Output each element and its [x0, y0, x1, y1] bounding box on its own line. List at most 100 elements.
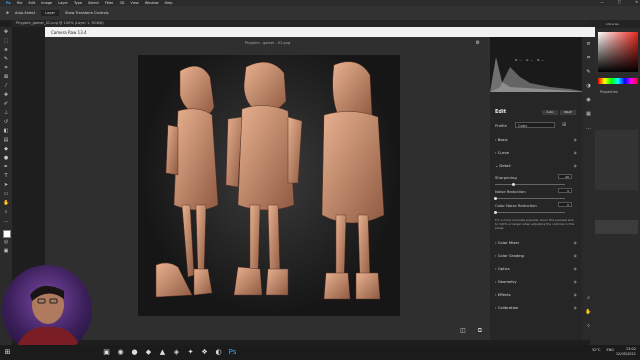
section-detail[interactable]: ⌄ Detail ◉	[495, 163, 577, 168]
path-select-icon[interactable]: ➤	[3, 183, 9, 188]
taskbar-app-icon[interactable]: ❖	[200, 348, 209, 357]
menu-file[interactable]: File	[17, 1, 23, 5]
red-eye-icon[interactable]: ◉	[585, 97, 592, 103]
compare-icon[interactable]: ◫	[460, 327, 466, 335]
minimize-icon[interactable]: —	[600, 0, 604, 4]
auto-button[interactable]: Auto	[542, 110, 558, 115]
lasso-icon[interactable]: ɵ	[3, 48, 9, 53]
menu-type[interactable]: Type	[74, 1, 82, 5]
more-tools-icon[interactable]: …	[3, 219, 9, 224]
color-noise-value[interactable]: 0	[558, 202, 572, 207]
stamp-icon[interactable]: ⊥	[3, 111, 9, 116]
menu-window[interactable]: Window	[145, 1, 159, 5]
taskbar-app-icon[interactable]: ◐	[214, 348, 223, 357]
document-tab[interactable]: Phygsim_gamer_02.png @ 100% (Layer 1, RG…	[12, 20, 597, 27]
more-icon[interactable]: …	[585, 125, 592, 131]
eye-icon[interactable]: ◉	[574, 266, 577, 271]
blur-icon[interactable]: ◆	[3, 147, 9, 152]
quick-mask-icon[interactable]: ◎	[3, 240, 9, 245]
dodge-icon[interactable]: ●	[3, 156, 9, 161]
hand-icon[interactable]: ✋	[3, 201, 9, 206]
profile-select[interactable]: Color	[515, 122, 555, 128]
eye-icon[interactable]: ◉	[574, 305, 577, 310]
maximize-icon[interactable]: □	[618, 0, 621, 4]
color-noise-slider[interactable]	[493, 210, 565, 214]
eraser-icon[interactable]: ◧	[3, 129, 9, 134]
taskbar-app-icon[interactable]: ▲	[158, 348, 167, 357]
menu-select[interactable]: Select	[88, 1, 99, 5]
mask-icon[interactable]: ◑	[585, 83, 592, 89]
taskbar-app-icon[interactable]: ◆	[144, 348, 153, 357]
taskbar-app-icon[interactable]: ◉	[116, 348, 125, 357]
noise-reduction-slider[interactable]	[493, 196, 565, 200]
noise-reduction-knob[interactable]	[493, 196, 497, 200]
section-calibration[interactable]: › Calibration ◉	[495, 305, 577, 310]
foreground-color-swatch[interactable]	[3, 230, 11, 238]
close-icon[interactable]: ✕	[635, 0, 638, 4]
hand-tool-icon[interactable]: ✋	[585, 309, 592, 315]
zoom-tool-icon[interactable]: ⌕	[585, 295, 592, 301]
eye-icon[interactable]: ◉	[574, 150, 577, 155]
sharpening-knob[interactable]	[512, 182, 516, 186]
auto-select-checkbox[interactable]: Auto-Select	[15, 11, 35, 15]
settings-gear-icon[interactable]: ⚙	[476, 40, 480, 46]
start-icon[interactable]: ⊞	[3, 348, 12, 357]
taskbar-app-icon[interactable]: ●	[130, 348, 139, 357]
menu-layer[interactable]: Layer	[58, 1, 68, 5]
toggle-sampler-icon[interactable]: ⊹	[585, 323, 592, 329]
section-color-mixer[interactable]: › Color Mixer ◉	[495, 240, 577, 245]
menu-help[interactable]: Help	[165, 1, 173, 5]
ps-logo[interactable]: Ps	[6, 1, 11, 5]
move-icon[interactable]: ✥	[3, 30, 9, 35]
history-brush-icon[interactable]: ↺	[3, 120, 9, 125]
photoshop-taskbar-icon[interactable]: Ps	[228, 348, 237, 357]
edit-tool-icon[interactable]: ≡	[585, 41, 592, 47]
hue-slider[interactable]	[598, 78, 638, 84]
crop-icon[interactable]: ⌗	[3, 66, 9, 71]
eye-icon[interactable]: ◉	[574, 279, 577, 284]
sharpening-slider[interactable]	[495, 182, 565, 186]
profile-browser-icon[interactable]: ⊞	[562, 122, 566, 128]
layers-list[interactable]	[594, 130, 638, 190]
spot-removal-icon[interactable]: ✎	[585, 69, 592, 75]
section-curve[interactable]: › Curve ◉	[495, 150, 577, 155]
clock[interactable]: 13:02 12/05/2021	[616, 347, 636, 357]
section-color-grading[interactable]: › Color Grading ◉	[495, 253, 577, 258]
noise-reduction-value[interactable]: 0	[558, 188, 572, 193]
sharpening-value[interactable]: 40	[558, 174, 572, 179]
eye-icon[interactable]: ◉	[574, 253, 577, 258]
brush-icon[interactable]: ✐	[3, 102, 9, 107]
section-effects[interactable]: › Effects ◉	[495, 292, 577, 297]
menu-image[interactable]: Image	[41, 1, 52, 5]
crop-tool-icon[interactable]: ⌗	[585, 55, 592, 61]
quick-select-icon[interactable]: ✎	[3, 57, 9, 62]
section-optics[interactable]: › Optics ◉	[495, 266, 577, 271]
tab-libraries[interactable]: Libraries	[606, 22, 619, 26]
color-noise-knob[interactable]	[493, 210, 497, 214]
layer-select[interactable]: Layer	[41, 10, 59, 16]
pen-icon[interactable]: ✒	[3, 165, 9, 170]
marquee-icon[interactable]: ⬚	[3, 39, 9, 44]
before-after-icon[interactable]: ⧉	[478, 327, 482, 335]
language[interactable]: ENG	[606, 348, 614, 352]
eye-icon[interactable]: ◉	[574, 137, 577, 142]
taskbar-app-icon[interactable]: ▣	[102, 348, 111, 357]
zoom-icon[interactable]: ⌕	[3, 210, 9, 215]
gradient-icon[interactable]: ▤	[3, 138, 9, 143]
color-picker-field[interactable]	[598, 32, 638, 72]
section-basic[interactable]: › Basic ◉	[495, 137, 577, 142]
eye-icon[interactable]: ◉	[574, 240, 577, 245]
section-geometry[interactable]: › Geometry ◉	[495, 279, 577, 284]
eyedropper-icon[interactable]: ⁄	[3, 84, 9, 89]
show-transform-checkbox[interactable]: Show Transform Controls	[65, 11, 109, 15]
taskbar-app-icon[interactable]: ✦	[186, 348, 195, 357]
rectangle-icon[interactable]: ▭	[3, 192, 9, 197]
bw-button[interactable]: B&W	[560, 110, 576, 115]
presets-icon[interactable]: ▦	[585, 111, 592, 117]
menu-view[interactable]: View	[130, 1, 138, 5]
screen-mode-icon[interactable]: ▣	[3, 249, 9, 254]
eye-icon[interactable]: ◉	[574, 292, 577, 297]
type-icon[interactable]: T	[3, 174, 9, 179]
menu-3d[interactable]: 3D	[120, 1, 125, 5]
menu-edit[interactable]: Edit	[28, 1, 35, 5]
